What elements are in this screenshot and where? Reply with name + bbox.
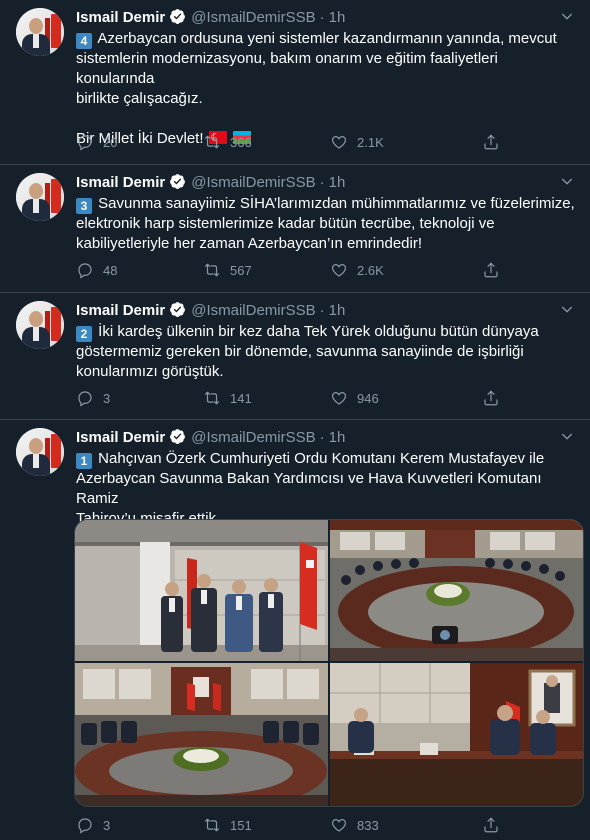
reply-icon	[78, 818, 92, 834]
verified-badge-icon	[170, 9, 186, 24]
reply-count: 48	[103, 263, 118, 278]
tweet-line: konularımızı görüştük.	[76, 363, 224, 380]
photo-officials-seated[interactable]	[330, 663, 583, 806]
media-grid	[74, 519, 584, 807]
like-count: 2.1K	[357, 135, 384, 150]
photo-meeting-room[interactable]	[330, 520, 583, 661]
tweet-text: 1 Nahçıvan Özerk Cumhuriyeti Ordu Komuta…	[76, 449, 576, 529]
reply-button[interactable]: 48	[76, 261, 117, 281]
author-name[interactable]: Ismail Demir	[76, 429, 165, 446]
avatar[interactable]	[16, 8, 64, 56]
retweet-icon	[204, 391, 220, 405]
retweet-button[interactable]: 141	[203, 389, 252, 409]
retweet-icon	[204, 135, 220, 149]
tweet-line: kabiliyetleriyle her zaman Azerbaycan’ın…	[76, 235, 422, 252]
tweet-line: sistemlerin modernizasyonu, bakım onarım…	[76, 50, 498, 87]
retweet-count: 567	[230, 263, 252, 278]
share-button[interactable]	[482, 389, 500, 409]
retweet-count: 151	[230, 818, 252, 833]
share-button[interactable]	[482, 261, 500, 281]
separator-dot: ·	[319, 9, 325, 26]
author-handle[interactable]: @IsmailDemirSSB	[191, 302, 315, 319]
reply-icon	[78, 135, 92, 151]
author-name[interactable]: Ismail Demir	[76, 9, 165, 26]
keycap-icon: 1	[76, 453, 92, 469]
timestamp[interactable]: 1h	[329, 429, 346, 446]
author-handle[interactable]: @IsmailDemirSSB	[191, 174, 315, 191]
timestamp[interactable]: 1h	[329, 302, 346, 319]
author-handle[interactable]: @IsmailDemirSSB	[191, 429, 315, 446]
tweet-line: İki kardeş ülkenin bir kez daha Tek Yüre…	[98, 323, 539, 340]
author-handle[interactable]: @IsmailDemirSSB	[191, 9, 315, 26]
verified-badge-icon	[170, 429, 186, 444]
like-button[interactable]: 2.1K	[330, 133, 384, 153]
timestamp[interactable]: 1h	[329, 174, 346, 191]
like-button[interactable]: 833	[330, 816, 379, 836]
timestamp[interactable]: 1h	[329, 9, 346, 26]
reply-button[interactable]: 20	[76, 133, 117, 153]
reply-count: 3	[103, 818, 111, 833]
retweet-count: 366	[230, 135, 252, 150]
reply-button[interactable]: 3	[76, 816, 110, 836]
tweet-line: Savunma sanayiimiz SİHA’larımızdan mühim…	[98, 195, 575, 212]
chevron-down-icon[interactable]	[558, 428, 576, 446]
chevron-down-icon[interactable]	[558, 8, 576, 26]
like-button[interactable]: 2.6K	[330, 261, 384, 281]
heart-icon	[331, 263, 347, 277]
chevron-down-icon[interactable]	[558, 301, 576, 319]
keycap-icon: 4	[76, 33, 92, 49]
verified-badge-icon	[170, 302, 186, 317]
tweet-text: 3 Savunma sanayiimiz SİHA’larımızdan müh…	[76, 194, 576, 254]
author-name[interactable]: Ismail Demir	[76, 302, 165, 319]
separator-dot: ·	[319, 174, 325, 191]
share-icon	[484, 134, 498, 150]
tweet-text: 2 İki kardeş ülkenin bir kez daha Tek Yü…	[76, 322, 576, 382]
photo-conference-table[interactable]	[75, 663, 328, 806]
share-button[interactable]	[482, 133, 500, 153]
reply-count: 3	[103, 391, 111, 406]
like-count: 946	[357, 391, 379, 406]
tweet[interactable]: Ismail Demir @IsmailDemirSSB · 1h 4 Azerbay…	[0, 0, 590, 165]
reply-button[interactable]: 3	[76, 389, 110, 409]
share-icon	[484, 817, 498, 833]
retweet-count: 141	[230, 391, 252, 406]
heart-icon	[331, 391, 347, 405]
tweet-line: Nahçıvan Özerk Cumhuriyeti Ordu Komutanı…	[98, 450, 545, 467]
retweet-icon	[204, 818, 220, 832]
tweet-line: göstermemiz gereken bir dönemde, savunma…	[76, 343, 524, 360]
retweet-icon	[204, 263, 220, 277]
separator-dot: ·	[319, 429, 325, 446]
keycap-icon: 2	[76, 326, 92, 342]
tweet[interactable]: Ismail Demir @IsmailDemirSSB · 1h 2 İki kar…	[0, 293, 590, 420]
separator-dot: ·	[319, 302, 325, 319]
avatar[interactable]	[16, 301, 64, 349]
tweet-line: birlikte çalışacağız.	[76, 90, 203, 107]
share-button[interactable]	[482, 816, 500, 836]
retweet-button[interactable]: 151	[203, 816, 252, 836]
reply-icon	[78, 263, 92, 279]
tweet[interactable]: Ismail Demir @IsmailDemirSSB · 1h 3 Savunma…	[0, 165, 590, 293]
chevron-down-icon[interactable]	[558, 173, 576, 191]
like-button[interactable]: 946	[330, 389, 379, 409]
author-name[interactable]: Ismail Demir	[76, 174, 165, 191]
tweet-line: elektronik harp sistemlerimize kadar büt…	[76, 215, 495, 232]
like-count: 833	[357, 818, 379, 833]
tweet-text: 4 Azerbaycan ordusuna yeni sistemler kaz…	[76, 29, 576, 149]
tweet-line: Azerbaycan Savunma Bakan Yardımcısı ve H…	[76, 470, 542, 507]
like-count: 2.6K	[357, 263, 384, 278]
share-icon	[484, 262, 498, 278]
share-icon	[484, 390, 498, 406]
retweet-button[interactable]: 567	[203, 261, 252, 281]
heart-icon	[331, 818, 347, 832]
verified-badge-icon	[170, 174, 186, 189]
reply-count: 20	[103, 135, 118, 150]
photo-delegation-standing[interactable]	[75, 520, 328, 661]
keycap-icon: 3	[76, 198, 92, 214]
tweet-line: Azerbaycan ordusuna yeni sistemler kazan…	[97, 30, 557, 47]
avatar[interactable]	[16, 428, 64, 476]
reply-icon	[78, 391, 92, 407]
retweet-button[interactable]: 366	[203, 133, 252, 153]
avatar[interactable]	[16, 173, 64, 221]
heart-icon	[331, 135, 347, 149]
